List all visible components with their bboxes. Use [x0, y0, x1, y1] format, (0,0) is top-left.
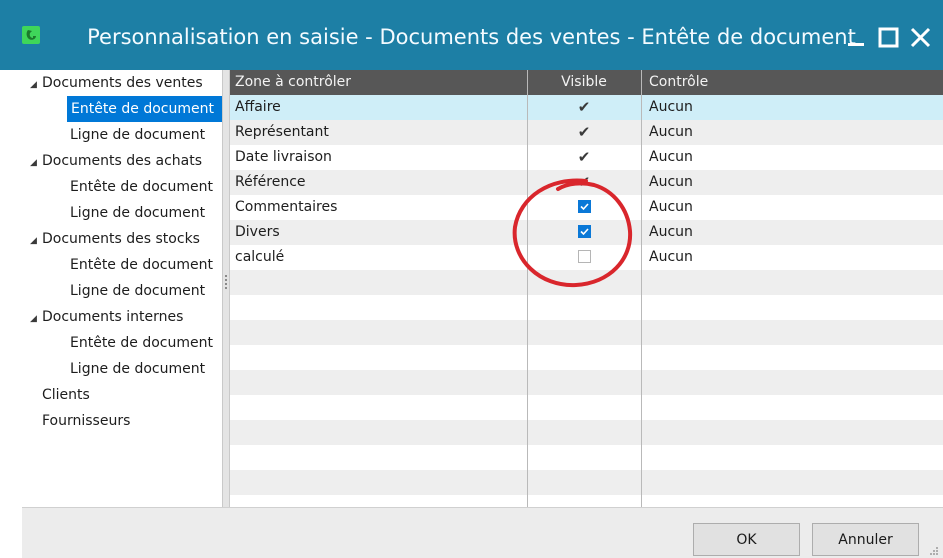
- tree-item-label: Clients: [42, 387, 90, 403]
- tree-group[interactable]: ◢ Documents des ventes: [30, 70, 203, 96]
- empty-row: [230, 445, 943, 470]
- empty-row: [230, 370, 943, 395]
- title-bar[interactable]: Personnalisation en saisie - Documents d…: [0, 0, 943, 70]
- tree-item[interactable]: Ligne de document: [70, 122, 205, 148]
- expand-arrow-icon[interactable]: ◢: [30, 72, 42, 98]
- category-tree[interactable]: ◢ Documents des ventes Entête de document L…: [22, 70, 245, 507]
- tree-item[interactable]: Ligne de document: [70, 356, 205, 382]
- tree-item-label: Ligne de document: [70, 127, 206, 143]
- column-divider: [641, 70, 642, 507]
- column-header-controle[interactable]: Contrôle: [649, 70, 708, 95]
- tree-group[interactable]: ◢ Documents internes: [30, 304, 183, 330]
- zone-cell: Date livraison: [235, 149, 332, 165]
- checkmark-icon: ✔: [577, 173, 591, 191]
- controle-cell[interactable]: Aucun: [649, 195, 693, 220]
- table-row[interactable]: Référence ✔ Aucun: [230, 170, 943, 195]
- empty-row: [230, 320, 943, 345]
- controle-cell[interactable]: Aucun: [649, 145, 693, 170]
- visible-cell[interactable]: [528, 245, 640, 270]
- table-row[interactable]: Commentaires Aucun: [230, 195, 943, 220]
- tree-item[interactable]: Ligne de document: [70, 200, 205, 226]
- ok-button[interactable]: OK: [693, 523, 800, 556]
- zone-cell: Affaire: [235, 99, 281, 115]
- tree-group[interactable]: Fournisseurs: [42, 408, 130, 434]
- controle-cell[interactable]: Aucun: [649, 220, 693, 245]
- maximize-icon[interactable]: [872, 18, 906, 52]
- zone-cell: calculé: [235, 249, 285, 265]
- tree-item[interactable]: Entête de document: [67, 96, 245, 122]
- checkbox-checked[interactable]: [577, 199, 591, 213]
- controle-cell[interactable]: Aucun: [649, 245, 693, 270]
- expand-arrow-icon[interactable]: ◢: [30, 228, 42, 254]
- tree-item[interactable]: Ligne de document: [70, 278, 205, 304]
- column-header-visible[interactable]: Visible: [528, 70, 640, 95]
- dialog-footer: OK Annuler: [22, 507, 943, 558]
- zone-cell: Représentant: [235, 124, 329, 140]
- table-row[interactable]: Divers Aucun: [230, 220, 943, 245]
- tree-item[interactable]: Entête de document: [70, 330, 213, 356]
- grid-header: Zone à contrôler Visible Contrôle: [230, 70, 943, 95]
- zone-cell: Commentaires: [235, 199, 338, 215]
- tree-item-label: Fournisseurs: [42, 413, 131, 429]
- visible-cell[interactable]: [528, 195, 640, 220]
- tree-item-label: Documents des achats: [42, 153, 203, 169]
- tree-group[interactable]: Clients: [42, 382, 90, 408]
- expand-arrow-icon[interactable]: ◢: [30, 150, 42, 176]
- column-divider: [527, 70, 528, 507]
- table-row[interactable]: Affaire ✔ Aucun: [230, 95, 943, 120]
- tree-item-label: Ligne de document: [70, 205, 206, 221]
- fields-grid[interactable]: Zone à contrôler Visible Contrôle Affair…: [230, 70, 943, 507]
- tree-item-label: Entête de document: [70, 179, 213, 195]
- empty-row: [230, 345, 943, 370]
- controle-cell[interactable]: Aucun: [649, 170, 693, 195]
- zone-cell: Référence: [235, 174, 306, 190]
- empty-row: [230, 395, 943, 420]
- tree-group[interactable]: ◢ Documents des stocks: [30, 226, 200, 252]
- splitter-grip-icon: [225, 275, 229, 289]
- checkmark-icon: ✔: [577, 123, 591, 141]
- tree-item-label: Entête de document: [70, 335, 213, 351]
- tree-item-label: Entête de document: [70, 257, 213, 273]
- zone-cell: Divers: [235, 224, 280, 240]
- panel-splitter[interactable]: [222, 70, 230, 507]
- window-title: Personnalisation en saisie - Documents d…: [87, 25, 856, 49]
- tree-item[interactable]: Entête de document: [70, 252, 213, 278]
- table-row[interactable]: Représentant ✔ Aucun: [230, 120, 943, 145]
- empty-row: [230, 420, 943, 445]
- table-row[interactable]: Date livraison ✔ Aucun: [230, 145, 943, 170]
- minimize-icon[interactable]: [840, 18, 874, 52]
- controle-cell[interactable]: Aucun: [649, 95, 693, 120]
- tree-item-label: Ligne de document: [70, 283, 206, 299]
- checkmark-icon: ✔: [577, 148, 591, 166]
- tree-item-label: Ligne de document: [70, 361, 206, 377]
- checkbox-checked[interactable]: [577, 224, 591, 238]
- visible-cell[interactable]: ✔: [528, 145, 640, 170]
- expand-arrow-icon[interactable]: ◢: [30, 306, 42, 332]
- checkmark-icon: ✔: [577, 98, 591, 116]
- tree-item-label: Documents des ventes: [42, 75, 203, 91]
- table-row[interactable]: calculé Aucun: [230, 245, 943, 270]
- dialog-window: Personnalisation en saisie - Documents d…: [0, 0, 943, 558]
- visible-cell[interactable]: [528, 220, 640, 245]
- empty-row: [230, 295, 943, 320]
- tree-item-label: Documents des stocks: [42, 231, 200, 247]
- visible-cell[interactable]: ✔: [528, 170, 640, 195]
- tree-group[interactable]: ◢ Documents des achats: [30, 148, 202, 174]
- tree-item[interactable]: Entête de document: [70, 174, 213, 200]
- tree-item-label: Entête de document: [71, 101, 214, 117]
- column-header-zone[interactable]: Zone à contrôler: [235, 70, 351, 95]
- checkbox-unchecked[interactable]: [577, 249, 591, 263]
- empty-row: [230, 495, 943, 507]
- tree-item-label: Documents internes: [42, 309, 184, 325]
- visible-cell[interactable]: ✔: [528, 120, 640, 145]
- controle-cell[interactable]: Aucun: [649, 120, 693, 145]
- cancel-button[interactable]: Annuler: [812, 523, 919, 556]
- empty-row: [230, 470, 943, 495]
- close-icon[interactable]: [904, 18, 938, 52]
- visible-cell[interactable]: ✔: [528, 95, 640, 120]
- empty-row: [230, 270, 943, 295]
- resize-grip-icon[interactable]: [929, 546, 939, 556]
